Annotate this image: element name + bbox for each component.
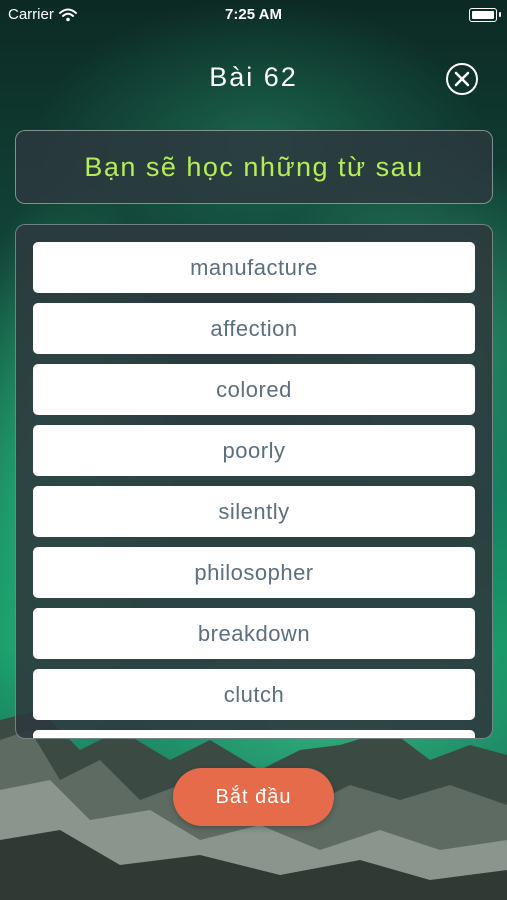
word-list: manufacture affection colored poorly sil… bbox=[33, 242, 475, 738]
screen: Carrier 7:25 AM Bài 62 Bạn sẽ học những … bbox=[0, 0, 507, 900]
status-time: 7:25 AM bbox=[225, 6, 282, 23]
word-list-panel[interactable]: manufacture affection colored poorly sil… bbox=[15, 224, 493, 739]
word-item: breakdown bbox=[33, 608, 475, 659]
battery-icon bbox=[469, 8, 501, 22]
word-item: affection bbox=[33, 303, 475, 354]
word-item: colored bbox=[33, 364, 475, 415]
word-item: poorly bbox=[33, 425, 475, 476]
close-button[interactable] bbox=[446, 63, 478, 95]
word-item: philosopher bbox=[33, 547, 475, 598]
word-item bbox=[33, 730, 475, 738]
word-item: silently bbox=[33, 486, 475, 537]
page-title: Bài 62 bbox=[209, 62, 298, 92]
word-item: manufacture bbox=[33, 242, 475, 293]
status-bar: Carrier 7:25 AM bbox=[0, 0, 507, 28]
close-icon bbox=[454, 71, 470, 87]
start-button[interactable]: Bắt đầu bbox=[173, 768, 334, 826]
instruction-banner: Bạn sẽ học những từ sau bbox=[15, 130, 493, 204]
word-item: clutch bbox=[33, 669, 475, 720]
instruction-text: Bạn sẽ học những từ sau bbox=[84, 151, 424, 182]
